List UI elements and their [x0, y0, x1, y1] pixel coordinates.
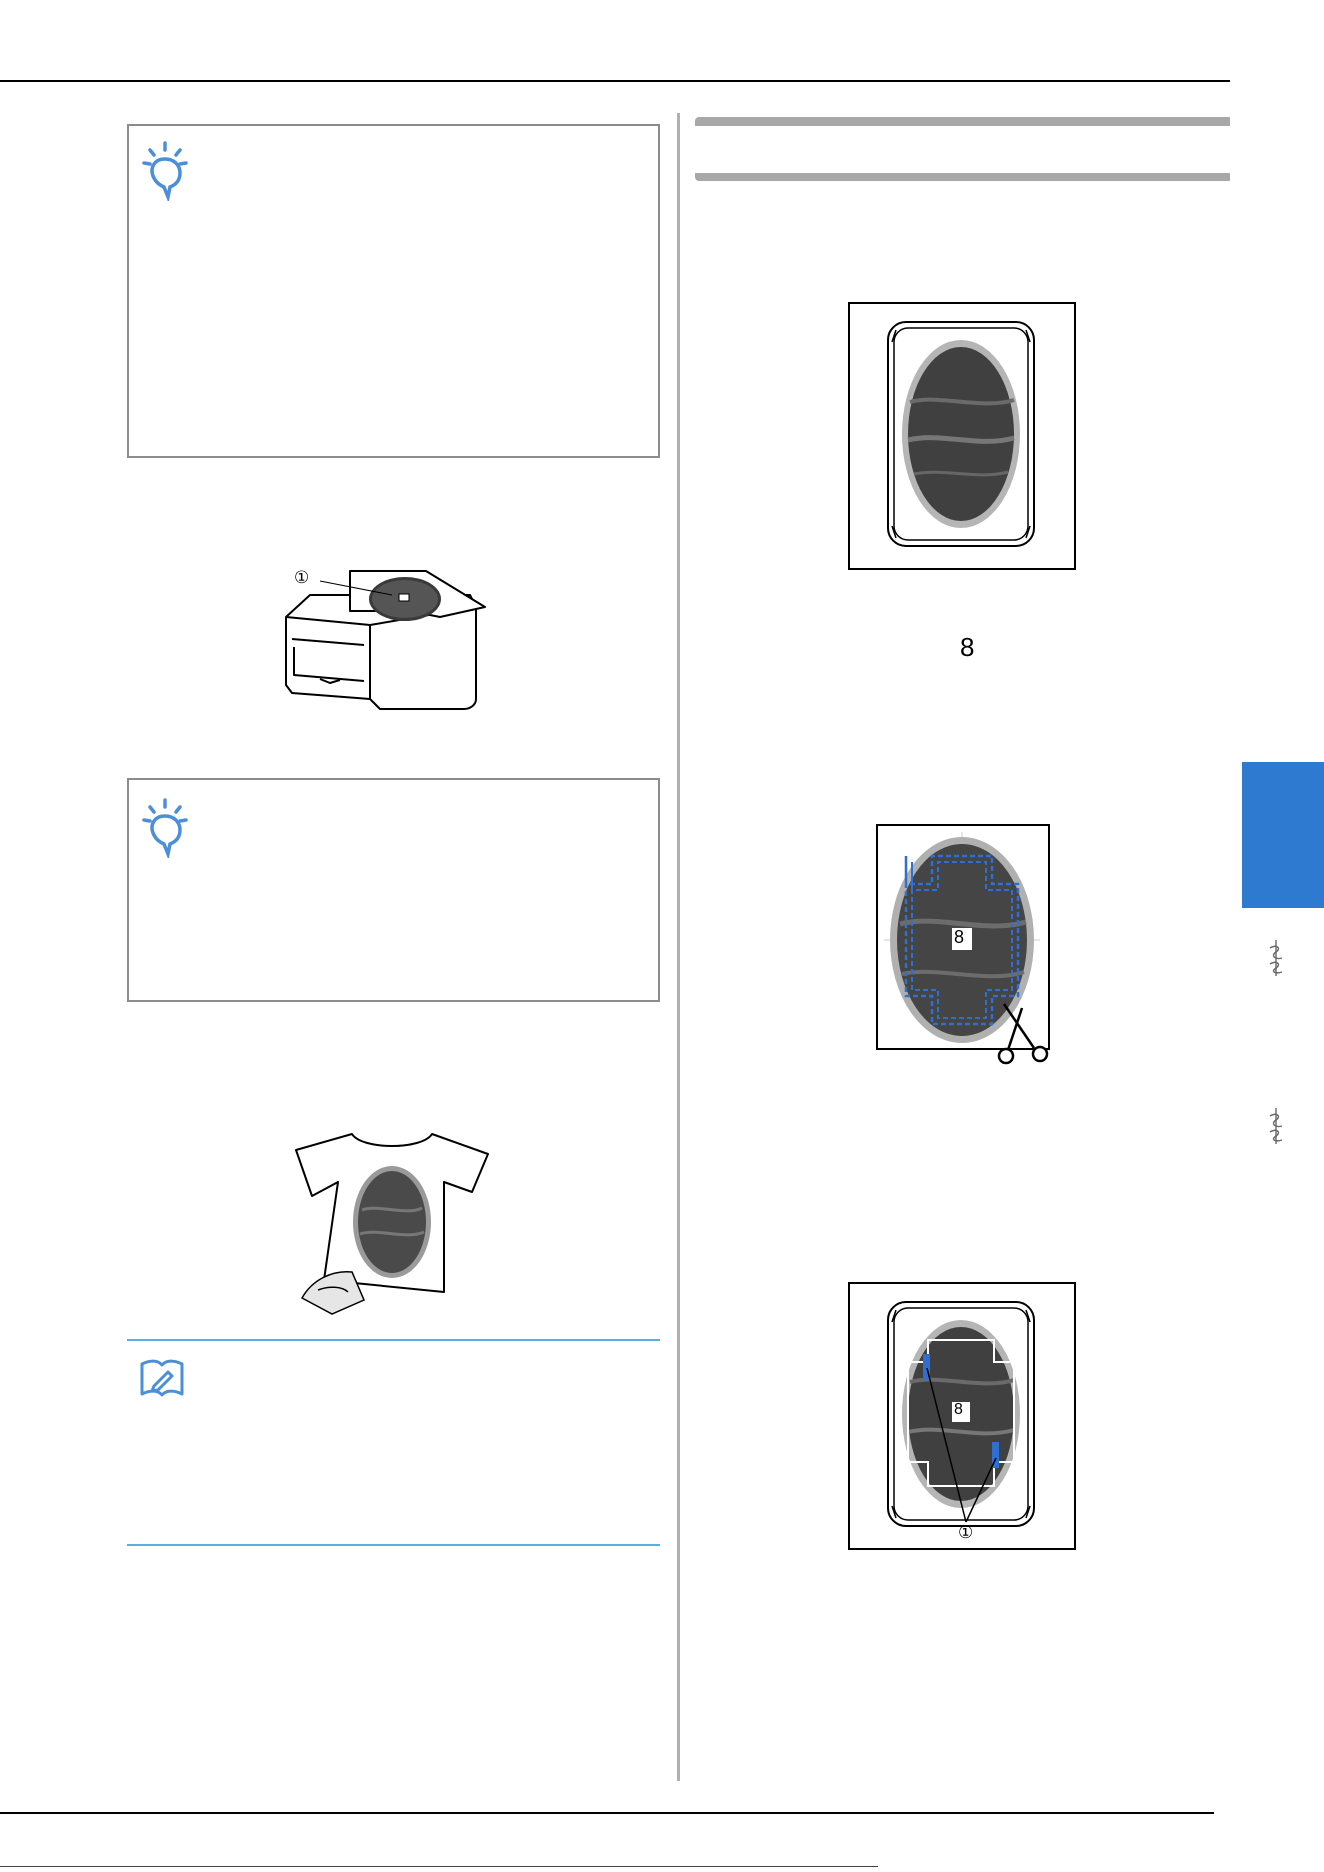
- hoop-figure-top: [848, 302, 1076, 570]
- memo-pencil-icon: [140, 1358, 184, 1398]
- callout-1-label: ①: [294, 568, 310, 587]
- footer-thin-rule: [0, 1866, 878, 1867]
- callout-1-label: ①: [958, 1523, 974, 1542]
- note-box-2: [127, 778, 660, 1002]
- cut-figure-center-mark: 8: [954, 927, 965, 947]
- hoop-figure-bottom: 8 ①: [848, 1282, 1076, 1550]
- lightbulb-note-icon: [142, 798, 188, 858]
- ironing-figure: ①: [280, 567, 530, 725]
- footer-rule: [0, 1812, 1214, 1814]
- note-box-1: [127, 124, 660, 458]
- ornament-icon: [1266, 938, 1286, 978]
- hoop-bottom-center-mark: 8: [954, 1401, 963, 1418]
- header-rule: [0, 80, 1230, 82]
- chapter-side-tab: [1242, 762, 1324, 908]
- memo-bottom-rule: [127, 1544, 660, 1546]
- inline-center-mark: 8: [960, 632, 975, 662]
- section-heading-top-bar: [695, 117, 1230, 126]
- column-divider: [677, 113, 680, 1781]
- lightbulb-note-icon: [142, 141, 188, 201]
- cut-figure: 8: [876, 824, 1052, 1070]
- section-heading-bottom-bar: [695, 173, 1230, 181]
- memo-top-rule: [127, 1339, 660, 1341]
- ornament-icon: [1266, 1106, 1286, 1146]
- tshirt-figure: [292, 1130, 492, 1320]
